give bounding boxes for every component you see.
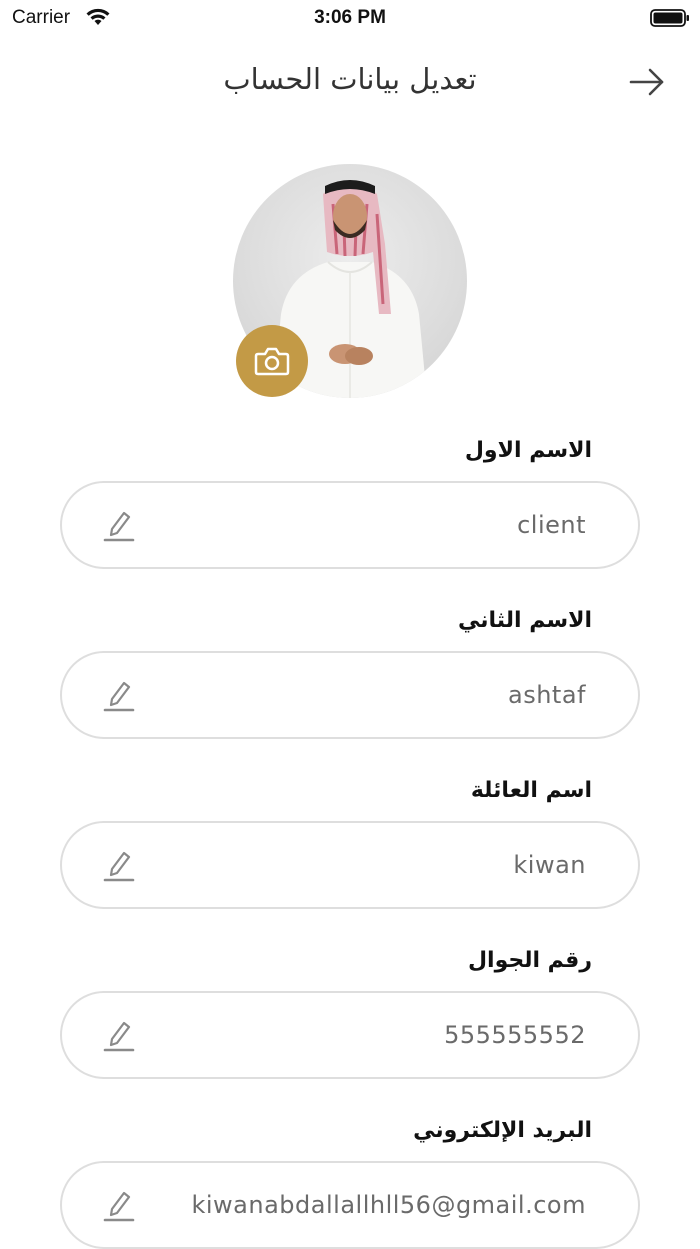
edit-icon[interactable] — [102, 847, 136, 883]
profile-photo-section — [233, 164, 467, 398]
family-name-label: اسم العائلة — [470, 778, 592, 803]
battery-icon — [650, 9, 689, 27]
arrow-right-icon — [629, 68, 664, 96]
first-name-field[interactable]: client — [60, 481, 640, 569]
second-name-field[interactable]: ashtaf — [60, 651, 640, 739]
first-name-label: الاسم الاول — [464, 438, 592, 463]
page-title: تعديل بيانات الحساب — [223, 62, 477, 96]
back-button[interactable] — [622, 62, 672, 102]
family-name-input[interactable]: kiwan — [513, 823, 586, 907]
change-photo-button[interactable] — [236, 325, 308, 397]
mobile-number-field[interactable]: 555555552 — [60, 991, 640, 1079]
edit-icon[interactable] — [102, 507, 136, 543]
edit-icon[interactable] — [102, 1187, 136, 1223]
email-field[interactable]: kiwanabdallallhll56@gmail.com — [60, 1161, 640, 1249]
first-name-input[interactable]: client — [517, 483, 586, 567]
edit-icon[interactable] — [102, 677, 136, 713]
nav-header: تعديل بيانات الحساب — [0, 52, 700, 112]
camera-icon — [254, 347, 290, 376]
family-name-field[interactable]: kiwan — [60, 821, 640, 909]
email-input[interactable]: kiwanabdallallhll56@gmail.com — [191, 1163, 586, 1247]
edit-icon[interactable] — [102, 1017, 136, 1053]
status-bar: Carrier 3:06 PM — [0, 0, 700, 36]
email-label: البريد الإلكتروني — [413, 1118, 592, 1143]
second-name-input[interactable]: ashtaf — [508, 653, 586, 737]
second-name-label: الاسم الثاني — [457, 608, 592, 633]
mobile-number-label: رقم الجوال — [467, 948, 592, 973]
mobile-number-input[interactable]: 555555552 — [444, 993, 586, 1077]
status-time: 3:06 PM — [314, 7, 386, 28]
